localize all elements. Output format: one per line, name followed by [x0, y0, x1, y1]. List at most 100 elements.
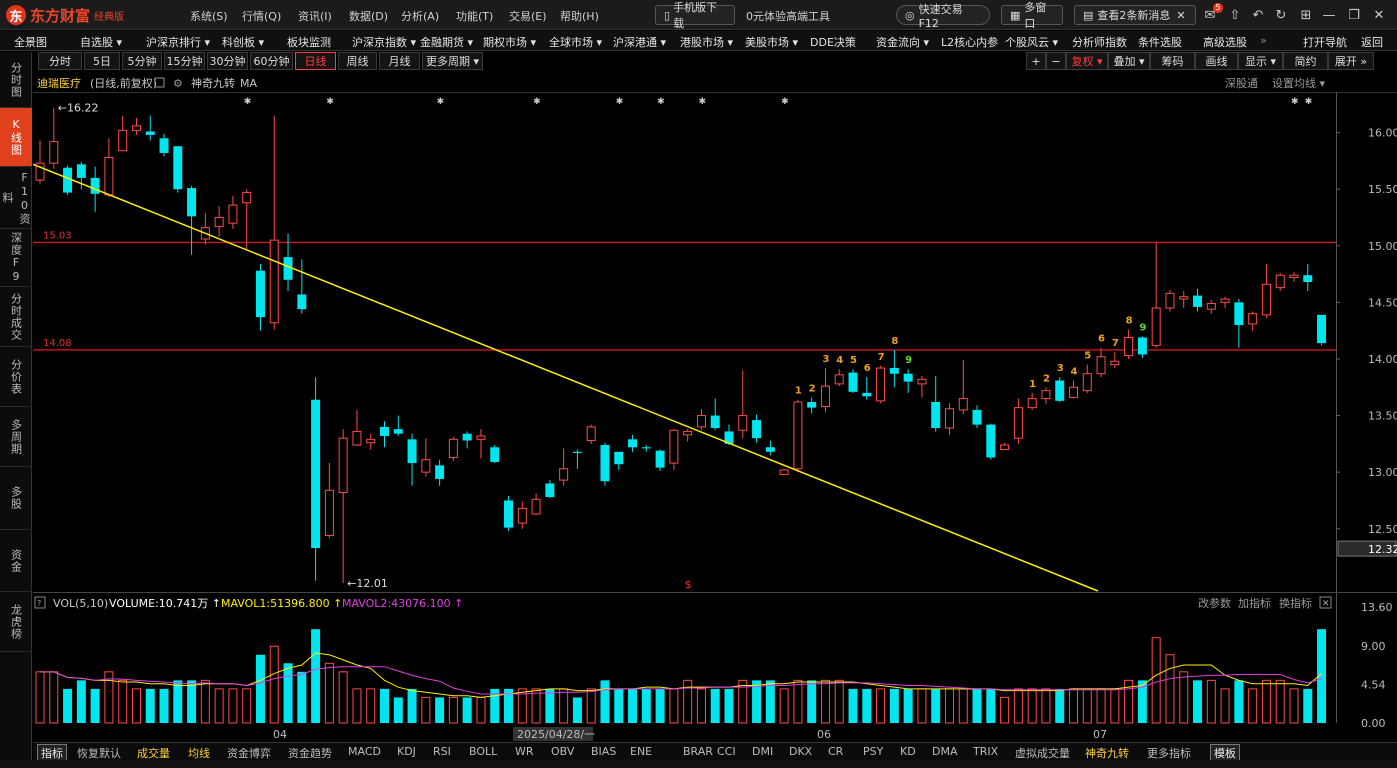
menu-news[interactable]: 资讯(I) [298, 8, 332, 24]
period-2[interactable]: 5分钟 [122, 52, 162, 70]
candle-up[interactable] [917, 378, 927, 385]
candle-down[interactable] [1234, 302, 1244, 326]
candle-down[interactable] [628, 439, 638, 448]
candle-up[interactable] [1165, 292, 1175, 309]
event-marker-icon[interactable]: ✱ [616, 97, 624, 107]
candle-up[interactable] [1220, 298, 1230, 303]
indicator-tab-24[interactable]: 神奇九转 [1085, 745, 1129, 761]
candle-down[interactable] [572, 451, 582, 453]
candle-down[interactable] [187, 188, 197, 217]
indicator-tab-13[interactable]: ENE [630, 745, 652, 758]
period-9[interactable]: 更多周期 ▾ [422, 52, 483, 70]
nav-item-18[interactable]: 高级选股 [1203, 34, 1247, 50]
candle-up[interactable] [683, 430, 693, 436]
nav-item-2[interactable]: 沪深京排行 ▾ [146, 34, 210, 50]
candle-up[interactable] [559, 468, 569, 481]
open-nav-button[interactable]: 打开导航 [1303, 34, 1347, 50]
close-icon[interactable]: ✕ [1370, 6, 1388, 24]
nav-item-14[interactable]: L2核心内参 [941, 34, 998, 50]
period-7[interactable]: 周线 [338, 52, 377, 70]
candle-up[interactable] [352, 430, 362, 446]
candle-down[interactable] [173, 146, 183, 190]
candle-up[interactable] [669, 429, 679, 464]
indicator-tab-6[interactable]: MACD [348, 745, 381, 758]
candle-up[interactable] [1013, 407, 1023, 439]
close-news-icon[interactable]: ✕ [1176, 9, 1185, 22]
candle-down[interactable] [600, 444, 610, 482]
indicator-tab-16[interactable]: DMI [752, 745, 773, 758]
nav-item-12[interactable]: DDE决策 [810, 34, 856, 50]
candle-up[interactable] [738, 415, 748, 431]
indicator-tab-17[interactable]: DKX [789, 745, 812, 758]
dividend-marker-icon[interactable]: $ [685, 578, 692, 591]
indicator-tab-9[interactable]: BOLL [469, 745, 497, 758]
candle-up[interactable] [779, 469, 789, 475]
candle-up[interactable] [228, 204, 238, 224]
candle-down[interactable] [710, 415, 720, 429]
indicator-tab-3[interactable]: 均线 [188, 745, 210, 761]
sidebar-item-3[interactable]: 深度F9 [0, 229, 32, 287]
nav-item-9[interactable]: 沪深港通 ▾ [613, 34, 666, 50]
candle-down[interactable] [435, 465, 445, 479]
candle-up[interactable] [958, 398, 968, 411]
candle-up[interactable] [696, 415, 706, 428]
nav-item-13[interactable]: 资金流向 ▾ [876, 34, 929, 50]
nav-item-10[interactable]: 港股市场 ▾ [680, 34, 733, 50]
gear-icon[interactable]: ⚙ [173, 77, 183, 90]
period-5[interactable]: 60分钟 [250, 52, 293, 70]
sidebar-item-1[interactable]: K线图 [0, 108, 32, 167]
indicator-tab-1[interactable]: 恢复默认 [77, 745, 121, 761]
nav-item-15[interactable]: 个股风云 ▾ [1005, 34, 1058, 50]
candle-down[interactable] [490, 447, 500, 462]
candle-up[interactable] [793, 401, 803, 470]
candle-down[interactable] [655, 450, 665, 468]
indicator-tab-8[interactable]: RSI [433, 745, 451, 758]
candle-up[interactable] [876, 367, 886, 402]
event-marker-icon[interactable]: ✱ [781, 97, 789, 107]
trial-tools-link[interactable]: 0元体验高端工具 [746, 8, 830, 24]
event-marker-icon[interactable]: ✱ [326, 97, 334, 107]
news-button[interactable]: ▤ 查看2条新消息 ✕ [1074, 5, 1196, 25]
indicator-tab-12[interactable]: BIAS [591, 745, 616, 758]
candle-up[interactable] [118, 129, 128, 152]
switch-indicator-link[interactable]: 换指标 [1279, 596, 1312, 610]
menu-data[interactable]: 数据(D) [349, 8, 388, 24]
candle-down[interactable] [145, 131, 155, 135]
event-marker-icon[interactable]: ✱ [244, 97, 252, 107]
refresh-icon[interactable]: ↻ [1272, 6, 1290, 24]
candle-down[interactable] [807, 401, 817, 408]
candle-down[interactable] [889, 368, 899, 374]
right-tool-1[interactable]: 叠加 ▾ [1108, 52, 1150, 70]
trend-line[interactable] [32, 163, 1099, 592]
right-tool-6[interactable]: 展开 » [1328, 52, 1374, 70]
candle-up[interactable] [1027, 398, 1037, 409]
candle-down[interactable] [641, 447, 651, 449]
sidebar-item-2[interactable]: F10资料 [0, 167, 32, 229]
nav-item-6[interactable]: 金融期货 ▾ [420, 34, 473, 50]
candle-up[interactable] [338, 437, 348, 494]
candle-down[interactable] [545, 483, 555, 498]
period-8[interactable]: 月线 [379, 52, 420, 70]
candle-down[interactable] [931, 401, 941, 429]
candle-down[interactable] [462, 433, 472, 441]
candle-down[interactable] [1055, 380, 1065, 401]
candle-down[interactable] [504, 500, 514, 528]
indicator-tab-11[interactable]: OBV [551, 745, 574, 758]
sidebar-item-5[interactable]: 分价表 [0, 347, 32, 407]
right-tool-2[interactable]: 筹码 [1150, 52, 1195, 70]
maximize-icon[interactable]: ❐ [1345, 6, 1363, 24]
multi-window-button[interactable]: ▦ 多窗口 [1001, 1, 1063, 30]
event-marker-icon[interactable]: ✱ [1305, 97, 1313, 107]
candle-up[interactable] [242, 192, 252, 204]
candle-up[interactable] [1110, 360, 1120, 366]
candle-down[interactable] [407, 439, 417, 464]
candle-up[interactable] [421, 459, 431, 473]
candle-down[interactable] [752, 420, 762, 439]
event-marker-icon[interactable]: ✱ [533, 97, 541, 107]
sidebar-item-8[interactable]: 资金 [0, 530, 32, 592]
menu-function[interactable]: 功能(T) [456, 8, 493, 24]
candle-down[interactable] [76, 164, 86, 178]
undo-icon[interactable]: ↶ [1249, 6, 1267, 24]
candle-up[interactable] [586, 426, 596, 441]
sidebar-item-4[interactable]: 分时成交 [0, 287, 32, 347]
